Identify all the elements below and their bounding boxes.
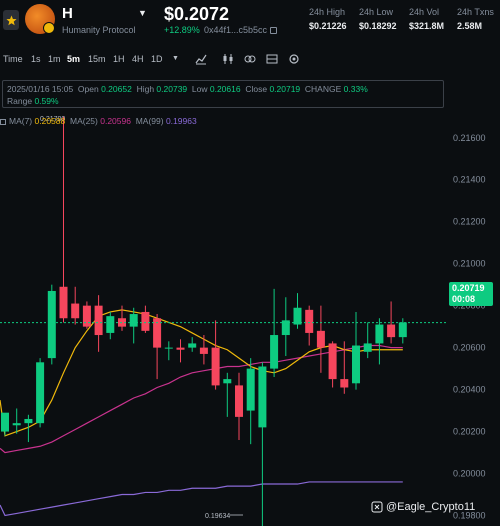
candle-body <box>164 347 173 349</box>
y-tick-label: 0.20000 <box>453 469 486 479</box>
candle-body <box>258 366 267 428</box>
candle-body <box>223 379 232 384</box>
ma99-line <box>0 481 403 517</box>
y-tick-label: 0.21000 <box>453 259 486 269</box>
legend-date: 2025/01/16 15:05 <box>7 84 74 94</box>
candle-body <box>12 423 21 426</box>
candle-body <box>352 345 360 384</box>
ma25-value: 0.20596 <box>100 116 131 126</box>
candle-body <box>71 303 80 319</box>
price-chart[interactable]: 0.216000.214000.212000.210000.208000.206… <box>0 0 500 526</box>
candle-body <box>47 290 56 359</box>
candle-body <box>363 343 372 352</box>
candle-body <box>141 311 150 331</box>
candle-body <box>199 347 208 354</box>
ma99-value: 0.19963 <box>165 116 197 126</box>
candle-body <box>375 324 384 344</box>
ma-legend: MA(7) 0.20588 MA(25) 0.20596 MA(99) 0.19… <box>0 116 197 126</box>
candle-body <box>176 347 185 350</box>
candle-body <box>387 324 396 338</box>
candle-body <box>235 385 243 417</box>
y-tick-label: 0.20200 <box>453 427 486 437</box>
ma7-value: 0.20588 <box>34 116 66 126</box>
y-tick-label: 0.21400 <box>453 175 486 185</box>
eye-icon[interactable] <box>0 118 6 125</box>
legend-change: 0.33% <box>343 84 368 94</box>
y-tick-label: 0.20400 <box>453 385 486 395</box>
candle-body <box>36 362 45 424</box>
watermark: @Eagle_Crypto11 <box>371 501 475 513</box>
candle-body <box>59 286 68 319</box>
candle-body <box>316 330 325 348</box>
y-tick-label: 0.20600 <box>453 343 486 353</box>
candle-body <box>24 418 33 424</box>
ma25-line <box>0 344 403 454</box>
candle-body <box>1 412 9 432</box>
legend-close: 0.20719 <box>269 84 301 94</box>
current-price-tag: 0.20719 00:08 <box>449 282 493 306</box>
candle-body <box>106 316 115 333</box>
legend-high: 0.20739 <box>156 84 188 94</box>
low-annotation: 0.19634 <box>205 513 230 520</box>
candle-body <box>246 368 255 411</box>
candle-body <box>188 343 197 348</box>
candle-body <box>94 305 103 336</box>
legend-open: 0.20652 <box>101 84 132 94</box>
y-tick-label: 0.21200 <box>453 217 486 227</box>
legend-low: 0.20616 <box>209 84 241 94</box>
square-logo-icon <box>371 501 383 513</box>
candle-body <box>340 379 349 388</box>
candle-body <box>129 314 138 327</box>
candle-body <box>398 322 407 338</box>
ma7-line <box>0 309 403 437</box>
ohlc-legend: 2025/01/16 15:05 Open 0.20652 High 0.207… <box>2 80 444 108</box>
candle-body <box>293 307 302 325</box>
candle-body <box>328 343 337 380</box>
candle-body <box>305 309 314 333</box>
candle-body <box>211 347 220 386</box>
candle-body <box>82 305 91 327</box>
legend-range: 0.59% <box>34 96 59 106</box>
candle-body <box>270 335 279 369</box>
y-tick-label: 0.21600 <box>453 133 486 143</box>
